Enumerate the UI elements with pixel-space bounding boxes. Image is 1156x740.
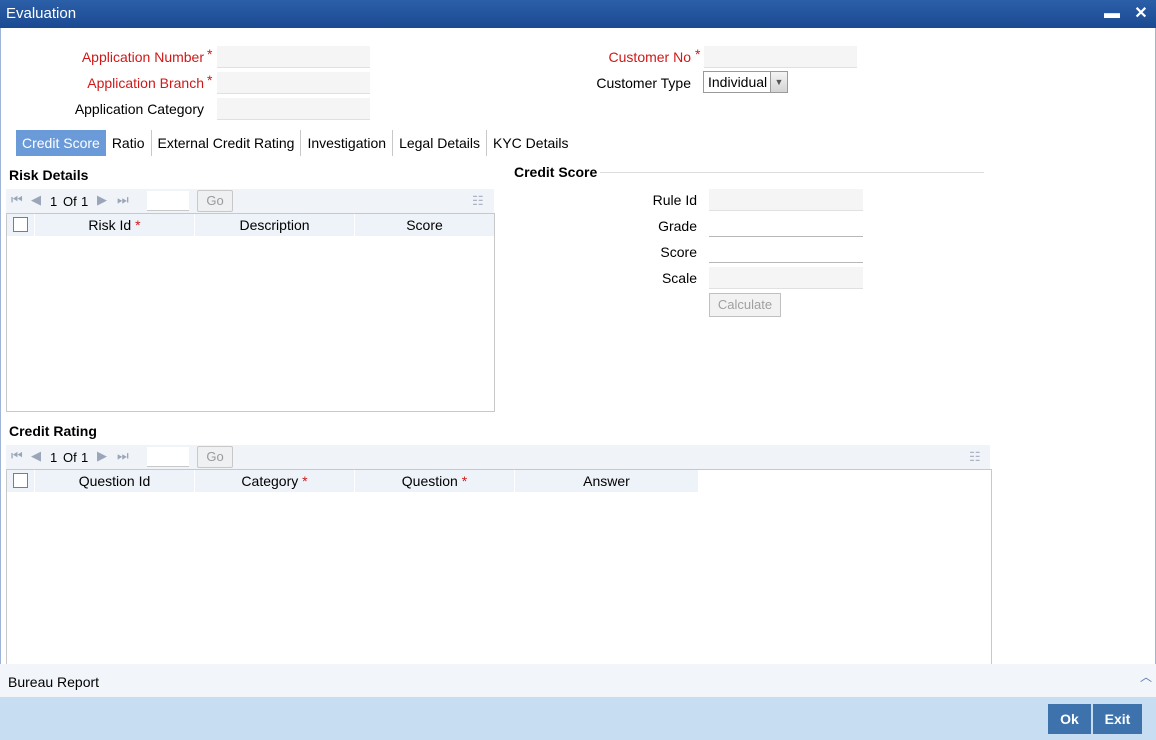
- tab-legal-details[interactable]: Legal Details: [393, 130, 487, 156]
- application-number-input[interactable]: [217, 46, 370, 68]
- collapse-up-icon[interactable]: ︿: [1140, 668, 1152, 685]
- risk-details-header: Risk Id * Description Score: [7, 214, 494, 236]
- window-title: Evaluation: [6, 5, 77, 22]
- exit-button[interactable]: Exit: [1093, 704, 1142, 734]
- score-input[interactable]: [709, 241, 863, 263]
- bottom-bar: Bureau Report ︿: [0, 664, 1156, 697]
- page-number-input[interactable]: [147, 447, 189, 467]
- page-number-input[interactable]: [147, 191, 189, 211]
- tab-kyc-details[interactable]: KYC Details: [487, 130, 574, 156]
- application-number-label: Application Number: [81, 49, 204, 65]
- next-page-icon[interactable]: ▶: [97, 448, 107, 464]
- first-page-icon[interactable]: ⏮: [11, 448, 23, 464]
- column-question-id[interactable]: Question Id: [35, 470, 195, 492]
- column-risk-id[interactable]: Risk Id *: [35, 214, 195, 236]
- grade-label: Grade: [658, 218, 697, 234]
- column-score[interactable]: Score: [355, 214, 494, 236]
- credit-rating-grid: Question Id Category * Question * Answer: [6, 469, 992, 665]
- application-category-input[interactable]: [217, 98, 370, 120]
- tab-ratio[interactable]: Ratio: [106, 130, 152, 156]
- column-question-label: Question: [401, 473, 458, 489]
- next-page-icon[interactable]: ▶: [97, 192, 107, 208]
- select-all-cell: [7, 470, 35, 492]
- go-button[interactable]: Go: [197, 446, 233, 468]
- customer-type-select[interactable]: Individual ▼: [703, 71, 788, 93]
- ok-button[interactable]: Ok: [1048, 704, 1091, 734]
- application-category-label: Application Category: [74, 101, 204, 117]
- column-filler: [699, 470, 991, 492]
- title-bar: Evaluation ▬ ✕: [0, 0, 1156, 28]
- risk-details-grid: Risk Id * Description Score: [6, 213, 495, 412]
- last-page-icon[interactable]: ⏭: [117, 448, 129, 464]
- footer: Ok Exit: [0, 697, 1156, 740]
- current-page: 1: [50, 450, 58, 465]
- divider: [600, 172, 984, 173]
- list-icon[interactable]: ☷: [969, 449, 981, 465]
- required-mark: *: [461, 473, 468, 489]
- column-description[interactable]: Description: [195, 214, 355, 236]
- required-mark: *: [695, 46, 701, 62]
- application-branch-label: Application Branch: [87, 75, 204, 91]
- scale-input[interactable]: [709, 267, 863, 289]
- application-branch-input[interactable]: [217, 72, 370, 94]
- first-page-icon[interactable]: ⏮: [11, 192, 23, 208]
- list-icon[interactable]: ☷: [472, 193, 484, 209]
- total-pages: 1: [81, 450, 89, 465]
- credit-score-title: Credit Score: [514, 164, 598, 180]
- scale-label: Scale: [661, 270, 697, 286]
- last-page-icon[interactable]: ⏭: [117, 192, 129, 208]
- select-all-checkbox[interactable]: [13, 473, 28, 488]
- column-risk-id-label: Risk Id: [88, 217, 132, 233]
- rule-id-label: Rule Id: [652, 192, 697, 208]
- customer-type-value: Individual: [708, 74, 768, 90]
- tab-bar: Credit Score Ratio External Credit Ratin…: [16, 130, 574, 156]
- column-answer[interactable]: Answer: [515, 470, 699, 492]
- credit-rating-title: Credit Rating: [9, 423, 97, 439]
- customer-no-label: Customer No: [608, 49, 691, 65]
- grade-input[interactable]: [709, 215, 863, 237]
- calculate-button[interactable]: Calculate: [709, 293, 781, 317]
- customer-no-input[interactable]: [704, 46, 857, 68]
- risk-details-title: Risk Details: [9, 167, 89, 183]
- select-all-cell: [7, 214, 35, 236]
- tab-credit-score[interactable]: Credit Score: [16, 130, 106, 156]
- score-label: Score: [660, 244, 697, 260]
- prev-page-icon[interactable]: ◀: [31, 448, 41, 464]
- go-button[interactable]: Go: [197, 190, 233, 212]
- dropdown-arrow-icon[interactable]: ▼: [770, 72, 787, 92]
- column-category[interactable]: Category *: [195, 470, 355, 492]
- required-mark: *: [207, 72, 213, 88]
- required-mark: *: [302, 473, 308, 489]
- total-pages: 1: [81, 194, 89, 209]
- minimize-icon[interactable]: ▬: [1102, 4, 1122, 24]
- tab-external-credit-rating[interactable]: External Credit Rating: [152, 130, 302, 156]
- credit-rating-header: Question Id Category * Question * Answer: [7, 470, 991, 492]
- column-question[interactable]: Question *: [355, 470, 515, 492]
- prev-page-icon[interactable]: ◀: [31, 192, 41, 208]
- credit-rating-pager: ⏮ ◀ 1 Of 1 ▶ ⏭ Go ☷: [6, 445, 990, 469]
- current-page: 1: [50, 194, 58, 209]
- customer-type-label: Customer Type: [596, 75, 691, 91]
- close-icon[interactable]: ✕: [1131, 4, 1151, 24]
- of-label: Of: [63, 450, 77, 465]
- bureau-report-link[interactable]: Bureau Report: [8, 674, 99, 690]
- select-all-checkbox[interactable]: [13, 217, 28, 232]
- column-category-label: Category: [241, 473, 299, 489]
- of-label: Of: [63, 194, 77, 209]
- tab-investigation[interactable]: Investigation: [301, 130, 394, 156]
- rule-id-input[interactable]: [709, 189, 863, 211]
- risk-details-pager: ⏮ ◀ 1 Of 1 ▶ ⏭ Go ☷: [6, 189, 494, 213]
- required-mark: *: [135, 217, 141, 233]
- required-mark: *: [207, 46, 213, 62]
